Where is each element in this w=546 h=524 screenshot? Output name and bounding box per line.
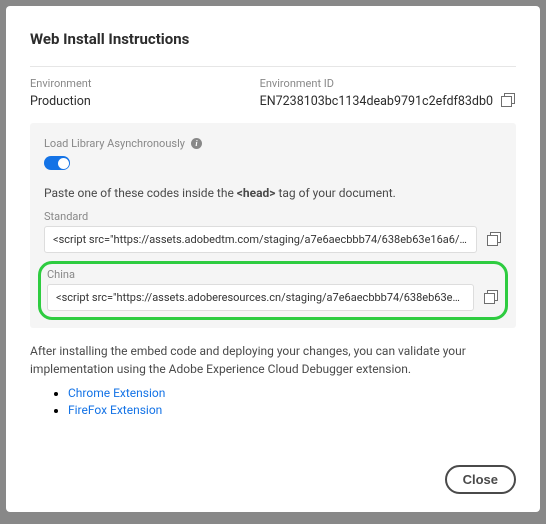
firefox-extension-link[interactable]: FireFox Extension	[68, 403, 162, 417]
async-label: Load Library Asynchronously	[44, 137, 185, 150]
china-label: China	[47, 268, 499, 281]
after-install-text: After installing the embed code and depl…	[30, 342, 516, 378]
install-instructions-dialog: Web Install Instructions Environment Pro…	[6, 6, 540, 512]
environment-row: Environment Production Environment ID EN…	[30, 66, 516, 109]
paste-pre: Paste one of these codes inside the	[44, 186, 237, 200]
standard-code-box[interactable]: <script src="https://assets.adobedtm.com…	[44, 226, 477, 253]
environment-id-label: Environment ID	[260, 77, 493, 90]
info-icon[interactable]: i	[191, 138, 202, 149]
dialog-footer: Close	[30, 465, 516, 494]
environment-value: Production	[30, 94, 260, 109]
chrome-extension-link[interactable]: Chrome Extension	[68, 386, 165, 400]
extension-list: Chrome Extension FireFox Extension	[30, 386, 516, 420]
china-highlight: China <script src="https://assets.adober…	[38, 261, 508, 320]
async-row: Load Library Asynchronously i	[44, 137, 502, 150]
paste-post: tag of your document.	[276, 186, 396, 200]
async-toggle[interactable]	[44, 156, 70, 170]
standard-code-row: <script src="https://assets.adobedtm.com…	[44, 226, 502, 253]
paste-tag: <head>	[237, 186, 276, 200]
standard-label: Standard	[44, 210, 502, 223]
paste-instruction: Paste one of these codes inside the <hea…	[44, 186, 502, 200]
environment-id-col: Environment ID EN7238103bc1134deab9791c2…	[260, 77, 516, 109]
copy-standard-icon[interactable]	[487, 232, 502, 247]
environment-name-col: Environment Production	[30, 77, 260, 109]
embed-code-panel: Load Library Asynchronously i Paste one …	[30, 123, 516, 328]
dialog-title: Web Install Instructions	[30, 30, 516, 48]
list-item: Chrome Extension	[68, 386, 516, 400]
list-item: FireFox Extension	[68, 403, 516, 417]
copy-china-icon[interactable]	[484, 290, 499, 305]
close-button[interactable]: Close	[445, 465, 516, 494]
china-code-row: <script src="https://assets.adoberesourc…	[47, 284, 499, 311]
environment-id-value: EN7238103bc1134deab9791c2efdf83db0	[260, 94, 493, 109]
china-code-box[interactable]: <script src="https://assets.adoberesourc…	[47, 284, 474, 311]
environment-label: Environment	[30, 77, 260, 90]
copy-env-id-icon[interactable]	[501, 93, 516, 108]
